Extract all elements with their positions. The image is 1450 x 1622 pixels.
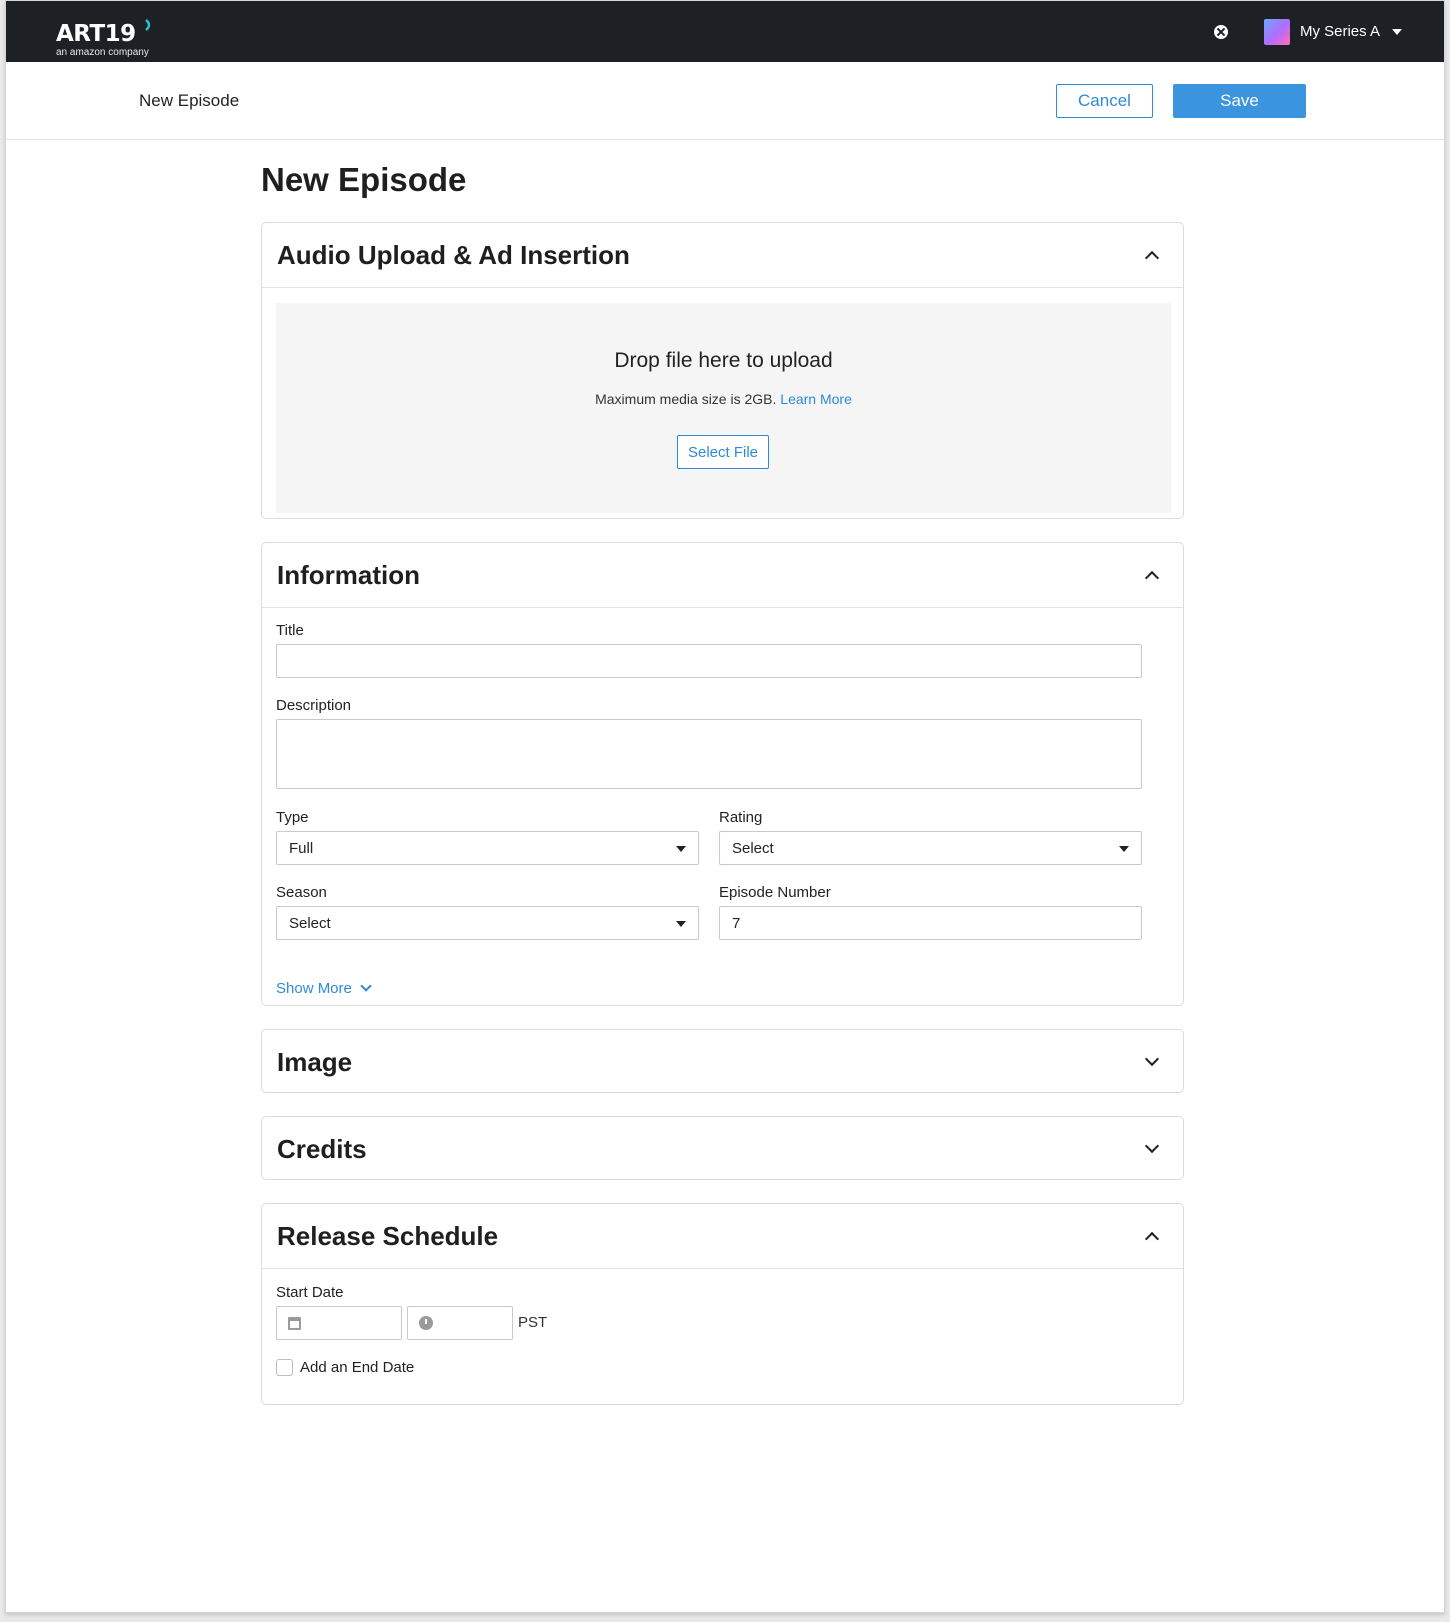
top-nav: ART19 an amazon company My Series A [6, 1, 1444, 62]
clock-icon [419, 1316, 433, 1330]
panel-title: Audio Upload & Ad Insertion [277, 240, 630, 270]
description-label: Description [276, 697, 352, 714]
caret-down-icon[interactable] [1392, 28, 1402, 35]
start-time-input[interactable] [407, 1306, 513, 1340]
action-bar-title: New Episode [139, 91, 240, 110]
episode-number-input[interactable]: 7 [719, 906, 1142, 940]
caret-down-icon [1119, 846, 1129, 852]
series-switcher-label[interactable]: My Series A [1300, 23, 1380, 40]
start-date-label: Start Date [276, 1284, 344, 1301]
close-circle-icon[interactable] [1213, 24, 1228, 39]
dropzone-title: Drop file here to upload [614, 349, 833, 372]
art19-logo[interactable]: ART19 an amazon company [56, 10, 166, 58]
show-more-link[interactable]: Show More [276, 980, 372, 997]
timezone-label: PST [518, 1314, 548, 1331]
season-select[interactable]: Select [276, 906, 699, 940]
audio-upload-panel-header[interactable]: Audio Upload & Ad Insertion [262, 223, 1183, 288]
release-schedule-panel: Release Schedule Start Date PST Add an E… [261, 1203, 1184, 1405]
action-bar: New Episode Cancel Save [6, 62, 1444, 140]
series-avatar[interactable] [1263, 18, 1290, 45]
start-date-input[interactable] [276, 1306, 402, 1340]
chevron-up-icon[interactable] [1144, 570, 1160, 586]
panel-title: Release Schedule [277, 1221, 499, 1251]
cancel-button[interactable]: Cancel [1056, 84, 1153, 118]
description-textarea[interactable] [276, 719, 1142, 789]
credits-panel-header[interactable]: Credits [262, 1117, 1183, 1182]
information-panel: Information Title Description Type Full … [261, 542, 1184, 1006]
chevron-down-icon[interactable] [1144, 1051, 1160, 1067]
season-select-value: Select [289, 914, 331, 932]
dropzone-subtext: Maximum media size is 2GB. Learn More [276, 391, 1171, 407]
type-label: Type [276, 809, 309, 826]
type-select[interactable]: Full [276, 831, 699, 865]
max-size-text: Maximum media size is 2GB. [595, 391, 777, 407]
caret-down-icon [676, 921, 686, 927]
chevron-down-icon [360, 980, 372, 992]
select-file-button[interactable]: Select File [677, 435, 769, 469]
release-schedule-panel-header[interactable]: Release Schedule [262, 1204, 1183, 1269]
rating-select[interactable]: Select [719, 831, 1142, 865]
chevron-up-icon[interactable] [1144, 250, 1160, 266]
image-panel-header[interactable]: Image [262, 1030, 1183, 1095]
file-dropzone[interactable]: Drop file here to upload Maximum media s… [276, 303, 1171, 513]
rating-label: Rating [719, 809, 763, 826]
type-select-value: Full [289, 839, 314, 857]
audio-upload-panel: Audio Upload & Ad Insertion Drop file he… [261, 222, 1184, 519]
end-date-label[interactable]: Add an End Date [300, 1359, 414, 1376]
credits-panel[interactable]: Credits [261, 1116, 1184, 1180]
panel-title: Credits [277, 1134, 367, 1164]
page-title: New Episode [261, 161, 467, 198]
logo-text: ART19 [56, 20, 136, 47]
panel-title: Information [277, 560, 420, 590]
show-more-label: Show More [276, 980, 352, 997]
logo-wave-icon [145, 18, 151, 31]
app-window: ART19 an amazon company My Series A New … [5, 0, 1445, 1613]
logo-subtext: an amazon company [56, 46, 149, 58]
image-panel[interactable]: Image [261, 1029, 1184, 1093]
season-label: Season [276, 884, 327, 901]
chevron-up-icon[interactable] [1144, 1231, 1160, 1247]
information-panel-header[interactable]: Information [262, 543, 1183, 608]
title-input[interactable] [276, 644, 1142, 678]
rating-select-value: Select [732, 839, 774, 857]
caret-down-icon [676, 846, 686, 852]
nav-right: My Series A [1213, 1, 1402, 62]
end-date-checkbox[interactable] [276, 1359, 293, 1376]
chevron-down-icon[interactable] [1144, 1138, 1160, 1154]
learn-more-link[interactable]: Learn More [780, 391, 852, 407]
save-button[interactable]: Save [1173, 84, 1306, 118]
calendar-icon [288, 1317, 301, 1330]
episode-number-label: Episode Number [719, 884, 831, 901]
title-label: Title [276, 622, 304, 639]
panel-title: Image [277, 1047, 353, 1077]
